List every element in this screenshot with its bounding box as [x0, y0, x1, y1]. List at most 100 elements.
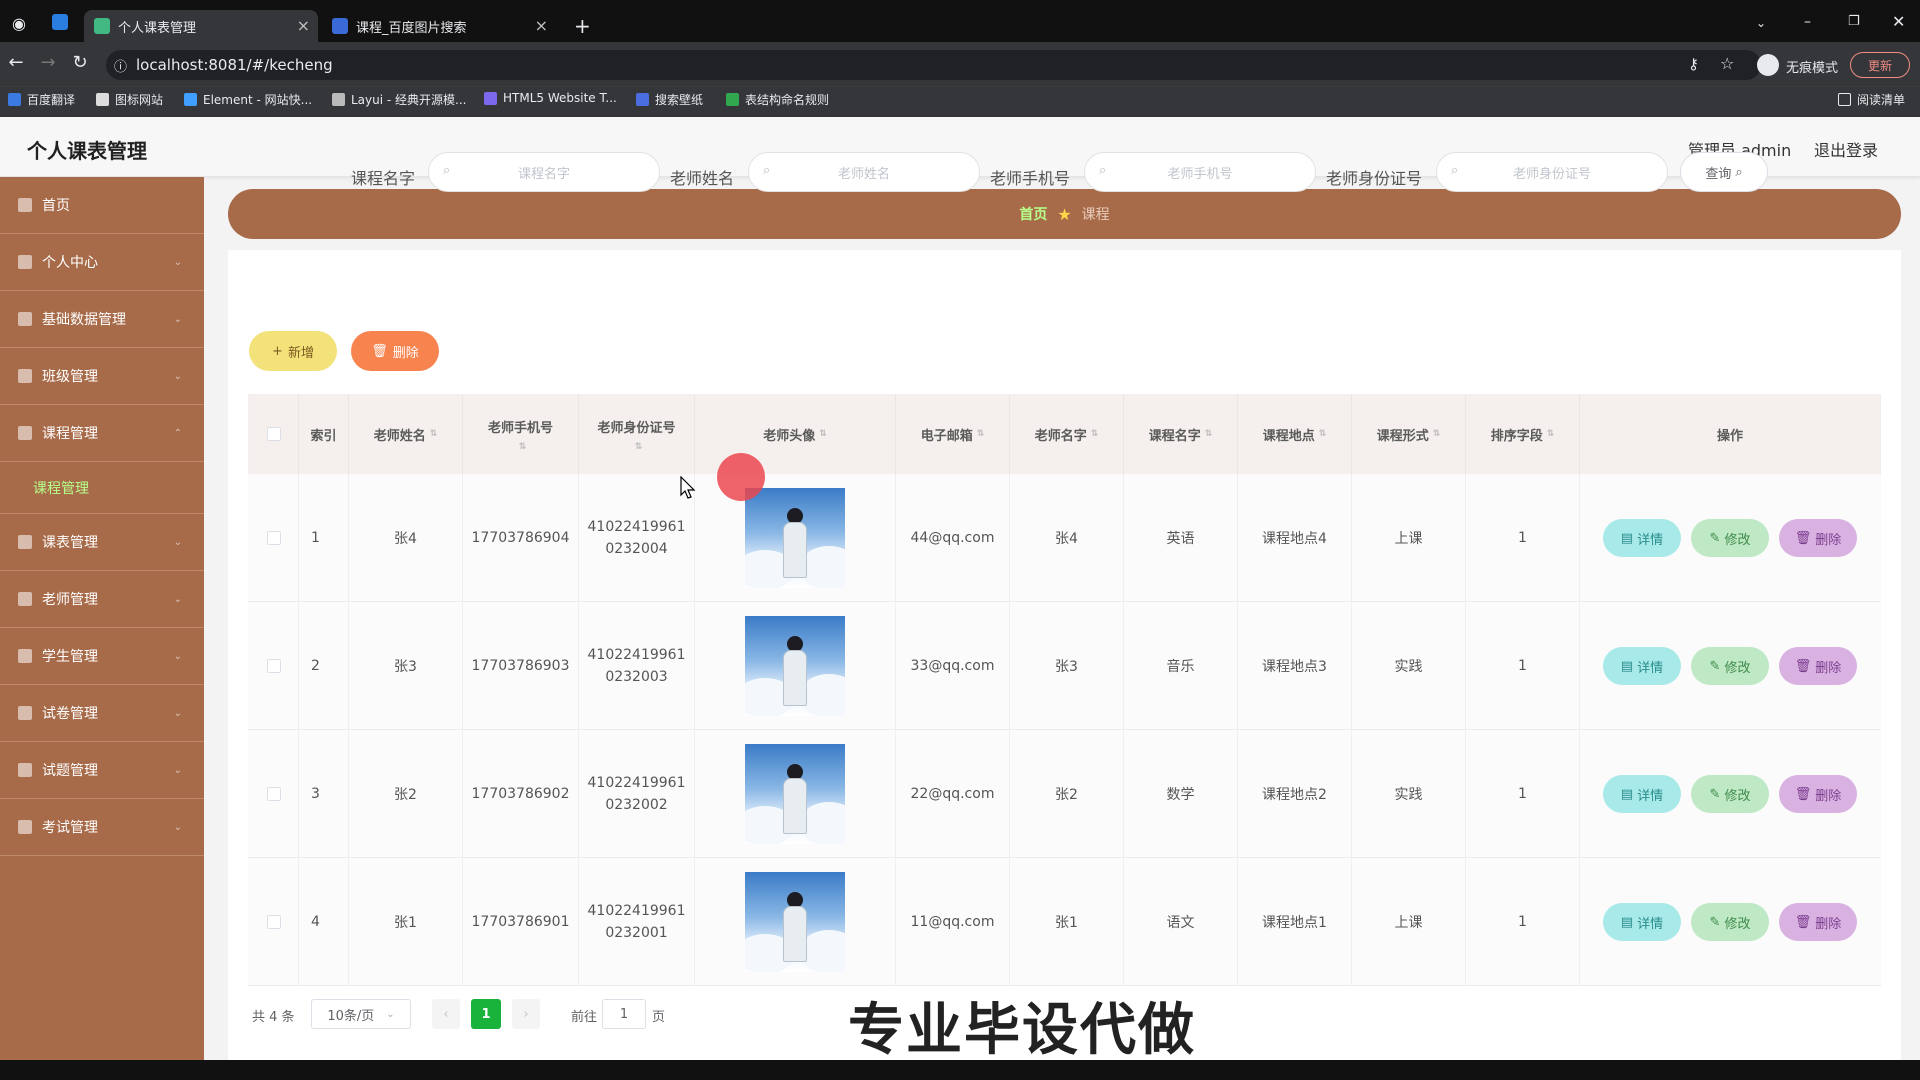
row-select[interactable] [249, 602, 299, 730]
bookmark-item[interactable]: 搜索壁纸 [636, 91, 703, 108]
sidebar-item-paper[interactable]: 试卷管理 ⌄ [0, 685, 204, 742]
select-all-checkbox[interactable] [266, 427, 281, 441]
sidebar-item-question[interactable]: 试题管理 ⌄ [0, 742, 204, 799]
bookmark-item[interactable]: 图标网站 [96, 91, 163, 108]
pencil-icon: ✎ [1709, 786, 1721, 802]
chevron-right-icon: › [523, 1006, 529, 1022]
sort-icon[interactable]: ⇅ [1319, 429, 1327, 439]
query-button[interactable]: 查询 ⌕ [1680, 152, 1768, 192]
star-icon[interactable]: ☆ [1720, 54, 1734, 73]
sidebar-subitem-course[interactable]: 课程管理 [0, 462, 204, 514]
search-input-teacher-id[interactable]: ⌕ 老师身份证号 [1436, 152, 1668, 192]
back-icon[interactable]: ← [4, 52, 28, 73]
profile-label[interactable]: 无痕模式 [1786, 57, 1838, 76]
delete-button[interactable]: 🗑 删除 [1779, 647, 1857, 685]
update-button[interactable]: 更新 [1850, 52, 1910, 78]
sort-icon[interactable]: ⇅ [430, 429, 438, 439]
search-input-teacher-name[interactable]: ⌕ 老师姓名 [748, 152, 980, 192]
page-size-select[interactable]: 10条/页 ⌄ [311, 999, 411, 1029]
sidebar-item-timetable[interactable]: 课表管理 ⌄ [0, 514, 204, 571]
sidebar-item-student[interactable]: 学生管理 ⌄ [0, 628, 204, 685]
sort-icon[interactable]: ⇅ [977, 429, 985, 439]
delete-button[interactable]: 🗑 删除 [1779, 775, 1857, 813]
url-field[interactable]: ⓘ localhost:8081/#/kecheng ⚷ ☆ [106, 50, 1761, 80]
prev-page-button[interactable]: ‹ [432, 999, 460, 1029]
edit-button[interactable]: ✎ 修改 [1691, 519, 1769, 557]
row-checkbox[interactable] [266, 531, 281, 545]
breadcrumb-home[interactable]: 首页 [1019, 204, 1047, 224]
search-input-teacher-phone[interactable]: ⌕ 老师手机号 [1084, 152, 1316, 192]
edit-button[interactable]: ✎ 修改 [1691, 775, 1769, 813]
delete-button[interactable]: 🗑 删除 [1779, 519, 1857, 557]
key-icon[interactable]: ⚷ [1688, 55, 1699, 73]
sort-icon[interactable]: ⇅ [635, 442, 643, 452]
sidebar-item-teacher[interactable]: 老师管理 ⌄ [0, 571, 204, 628]
detail-button[interactable]: ▤ 详情 [1603, 903, 1681, 941]
minimize-icon[interactable]: – [1804, 14, 1811, 30]
logout-link[interactable]: 退出登录 [1814, 137, 1878, 161]
forward-icon[interactable]: → [36, 52, 60, 73]
header-teacher-name[interactable]: 老师姓名 ⇅ [349, 394, 463, 474]
search-input-course[interactable]: ⌕ 课程名字 [428, 152, 660, 192]
next-page-button[interactable]: › [512, 999, 540, 1029]
row-select[interactable] [249, 730, 299, 858]
delete-button[interactable]: 🗑 删除 [1779, 903, 1857, 941]
page-number-active[interactable]: 1 [471, 999, 501, 1029]
header-select-all[interactable] [249, 394, 299, 474]
header-email[interactable]: 电子邮箱 ⇅ [896, 394, 1010, 474]
row-checkbox[interactable] [266, 915, 281, 929]
row-checkbox[interactable] [266, 659, 281, 673]
sidebar-item-course[interactable]: 课程管理 ⌃ [0, 405, 204, 462]
sort-icon[interactable]: ⇅ [1547, 429, 1555, 439]
sidebar-item-home[interactable]: 首页 [0, 177, 204, 234]
bookmark-item[interactable]: 表结构命名规则 [726, 91, 829, 108]
reading-list[interactable]: 阅读清单 [1838, 91, 1905, 108]
sidebar-item-exam[interactable]: 考试管理 ⌄ [0, 799, 204, 856]
goto-page-input[interactable]: 1 [602, 999, 646, 1029]
incognito-icon[interactable] [1757, 54, 1779, 76]
detail-button[interactable]: ▤ 详情 [1603, 647, 1681, 685]
row-select[interactable] [249, 474, 299, 602]
header-name[interactable]: 老师名字 ⇅ [1010, 394, 1124, 474]
bookmark-item[interactable]: Element - 网站快... [184, 91, 312, 108]
tab-active[interactable]: 个人课表管理 × [84, 10, 318, 42]
bookmark-item[interactable]: Layui - 经典开源模... [332, 91, 466, 108]
restore-icon[interactable]: ❐ [1848, 14, 1860, 29]
sidebar-item-profile[interactable]: 个人中心 ⌄ [0, 234, 204, 291]
edit-button[interactable]: ✎ 修改 [1691, 647, 1769, 685]
tab-search-icon[interactable]: ⌄ [1756, 16, 1766, 30]
sort-icon[interactable]: ⇅ [1205, 429, 1213, 439]
bookmark-label: Layui - 经典开源模... [351, 93, 467, 107]
detail-button[interactable]: ▤ 详情 [1603, 775, 1681, 813]
header-course[interactable]: 课程名字 ⇅ [1124, 394, 1238, 474]
header-phone[interactable]: 老师手机号 ⇅ [463, 394, 579, 474]
pinned-tab-icon[interactable] [52, 14, 68, 30]
add-button[interactable]: + 新增 [249, 331, 337, 371]
close-icon[interactable]: × [297, 16, 310, 35]
detail-button[interactable]: ▤ 详情 [1603, 519, 1681, 557]
batch-delete-button[interactable]: 🗑 删除 [351, 331, 439, 371]
sort-icon[interactable]: ⇅ [519, 442, 527, 452]
row-select[interactable] [249, 858, 299, 986]
new-tab-button[interactable]: + [574, 14, 591, 38]
header-id-number[interactable]: 老师身份证号 ⇅ [579, 394, 695, 474]
sidebar-item-base-data[interactable]: 基础数据管理 ⌄ [0, 291, 204, 348]
sort-icon[interactable]: ⇅ [1433, 429, 1441, 439]
close-window-icon[interactable]: ✕ [1892, 12, 1905, 31]
header-sort[interactable]: 排序字段 ⇅ [1466, 394, 1580, 474]
bookmark-item[interactable]: 百度翻译 [8, 91, 75, 108]
header-place[interactable]: 课程地点 ⇅ [1238, 394, 1352, 474]
header-label: 老师名字 [1034, 428, 1087, 444]
edit-button[interactable]: ✎ 修改 [1691, 903, 1769, 941]
bookmark-item[interactable]: HTML5 Website T... [484, 91, 617, 105]
close-icon[interactable]: × [535, 16, 548, 35]
reload-icon[interactable]: ↻ [68, 52, 92, 73]
sidebar-item-class[interactable]: 班级管理 ⌄ [0, 348, 204, 405]
header-form[interactable]: 课程形式 ⇅ [1352, 394, 1466, 474]
browser-menu-icon[interactable]: ◉ [12, 14, 26, 33]
row-checkbox[interactable] [266, 787, 281, 801]
sort-icon[interactable]: ⇅ [819, 429, 827, 439]
sort-icon[interactable]: ⇅ [1091, 429, 1099, 439]
tab-baidu[interactable]: 课程_百度图片搜索 × [322, 10, 556, 42]
info-icon[interactable]: ⓘ [114, 56, 127, 75]
